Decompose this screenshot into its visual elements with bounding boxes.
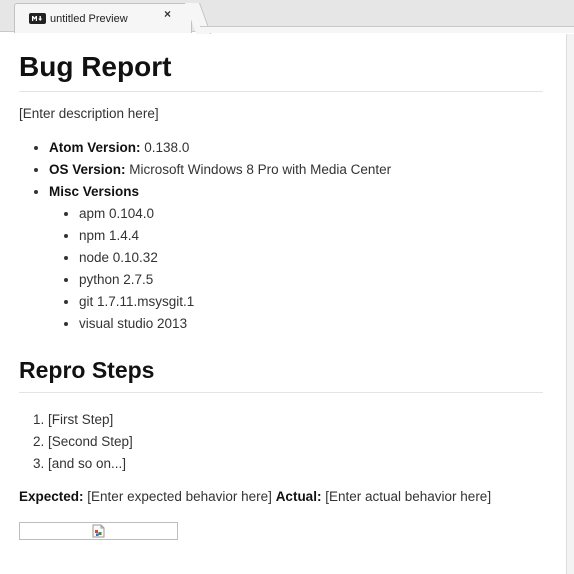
list-item: node 0.10.32 [79,247,543,269]
misc-versions-list: apm 0.104.0 npm 1.4.4 node 0.10.32 pytho… [49,203,543,335]
expected-actual-line: Expected: [Enter expected behavior here]… [19,488,543,505]
atom-version-value: 0.138.0 [144,140,190,155]
actual-value: [Enter actual behavior here] [325,489,492,504]
misc-versions-label: Misc Versions [49,184,140,199]
list-item-misc-versions: Misc Versions apm 0.104.0 npm 1.4.4 node… [49,181,543,335]
repro-steps-heading: Repro Steps [19,356,543,393]
atom-version-label: Atom Version: [49,140,141,155]
list-item-os-version: OS Version: Microsoft Windows 8 Pro with… [49,159,543,181]
description-text: [Enter description here] [19,106,159,121]
os-version-value: Microsoft Windows 8 Pro with Media Cente… [129,162,392,177]
repro-steps-list: [First Step] [Second Step] [and so on...… [19,409,543,475]
scrollbar[interactable] [566,34,574,574]
list-item: [Second Step] [48,431,543,453]
list-item: apm 0.104.0 [79,203,543,225]
markdown-preview[interactable]: Bug Report [Enter description here] Atom… [0,34,566,574]
image-placeholder [19,522,178,540]
list-item: [First Step] [48,409,543,431]
expected-value: [Enter expected behavior here] [87,489,272,504]
list-item: [and so on...] [48,453,543,475]
broken-image-icon [92,524,105,538]
list-item: npm 1.4.4 [79,225,543,247]
os-version-label: OS Version: [49,162,126,177]
list-item: visual studio 2013 [79,313,543,335]
close-icon[interactable]: × [164,8,171,20]
markdown-icon [29,13,46,24]
preview-body: Bug Report [Enter description here] Atom… [19,34,543,540]
tab-title: untitled Preview [50,12,128,25]
list-item: git 1.7.11.msysgit.1 [79,291,543,313]
page-title: Bug Report [19,51,543,92]
tab-bar-filler [200,26,574,33]
list-item: python 2.7.5 [79,269,543,291]
expected-label: Expected: [19,489,84,504]
actual-label: Actual: [275,489,322,504]
tab-bar: untitled Preview × [0,0,574,33]
environment-list: Atom Version: 0.138.0 OS Version: Micros… [19,137,543,335]
list-item-atom-version: Atom Version: 0.138.0 [49,137,543,159]
